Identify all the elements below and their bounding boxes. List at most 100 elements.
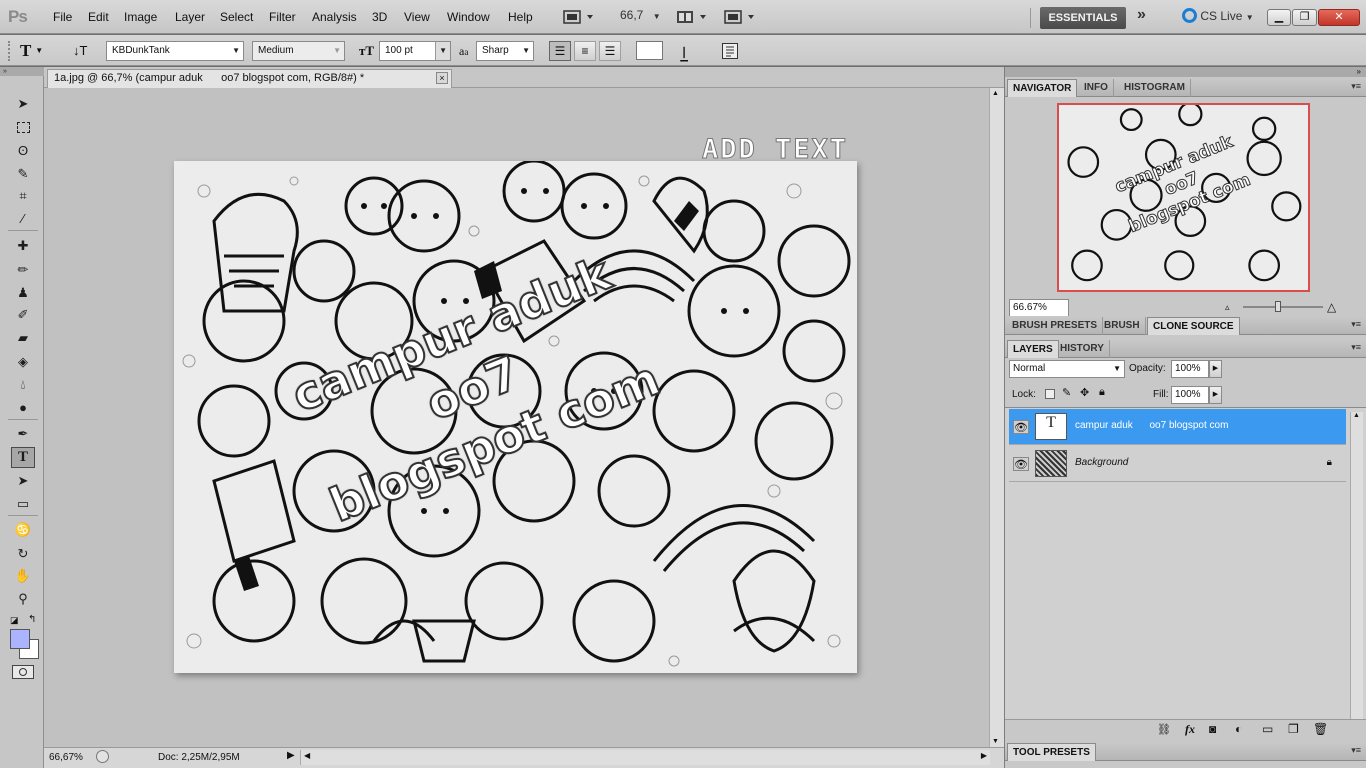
opacity-field[interactable]: 100%: [1171, 360, 1209, 378]
menu-help[interactable]: Help: [508, 10, 533, 24]
opacity-slider-button[interactable]: ▶: [1209, 360, 1222, 378]
workspace-essentials-button[interactable]: ESSENTIALS: [1040, 7, 1126, 29]
path-selection-tool[interactable]: ➤: [11, 470, 35, 491]
menu-filter[interactable]: Filter: [269, 10, 296, 24]
document-tab[interactable]: 1a.jpg @ 66,7% (campur aduk oo7 blogspot…: [47, 69, 452, 88]
panel-menu-icon[interactable]: ▾≡: [1351, 342, 1361, 353]
align-right-button[interactable]: ☰: [599, 41, 621, 61]
type-tool[interactable]: T: [11, 447, 35, 468]
tab-history[interactable]: HISTORY: [1055, 340, 1110, 358]
trash-icon[interactable]: 🗑︎: [1313, 722, 1328, 736]
blend-mode-dropdown[interactable]: Normal ▼: [1009, 360, 1125, 378]
horizontal-scrollbar[interactable]: ◀ ▶: [300, 750, 990, 765]
quick-selection-tool[interactable]: ✎: [11, 163, 35, 184]
restore-button[interactable]: ❐: [1292, 9, 1317, 26]
layer-row-background[interactable]: 👁︎ Background 🔒︎: [1009, 446, 1346, 482]
text-color-swatch[interactable]: [636, 41, 663, 60]
anti-alias-dropdown[interactable]: Sharp ▼: [476, 41, 534, 61]
layer-mask-icon[interactable]: ◙: [1209, 722, 1216, 736]
lock-transparent-pixels-button[interactable]: [1045, 389, 1055, 399]
menu-file[interactable]: File: [53, 10, 72, 24]
tab-tool-presets[interactable]: TOOL PRESETS: [1007, 743, 1096, 761]
status-info-button[interactable]: [96, 750, 109, 763]
character-panel-button[interactable]: [722, 43, 738, 59]
navigator-zoom-field[interactable]: 66.67%: [1009, 299, 1069, 317]
tab-histogram[interactable]: HISTOGRAM: [1119, 79, 1191, 97]
close-window-button[interactable]: ✕: [1318, 9, 1360, 26]
text-orientation-button[interactable]: ↓T: [73, 41, 87, 61]
move-tool[interactable]: ➤: [11, 93, 35, 114]
marquee-tool[interactable]: [11, 117, 35, 138]
arrange-documents-button[interactable]: [676, 8, 708, 26]
minimize-button[interactable]: ▁: [1267, 9, 1291, 26]
scroll-up-icon[interactable]: ▲: [992, 90, 999, 97]
align-center-button[interactable]: ≡: [574, 41, 596, 61]
status-zoom[interactable]: 66,67%: [49, 752, 83, 763]
navigator-zoom-slider[interactable]: [1243, 301, 1323, 312]
zoom-tool[interactable]: ⚲: [11, 588, 35, 609]
lock-all-button[interactable]: 🔒︎: [1099, 386, 1105, 399]
menu-select[interactable]: Select: [220, 10, 253, 24]
3d-rotate-tool[interactable]: ♋: [11, 519, 35, 540]
blur-tool[interactable]: 💧︎: [11, 374, 35, 395]
zoom-out-icon[interactable]: ▵: [1225, 302, 1230, 313]
healing-brush-tool[interactable]: ✚: [11, 235, 35, 256]
close-icon[interactable]: ×: [436, 72, 448, 84]
menu-edit[interactable]: Edit: [88, 10, 109, 24]
tool-preset-picker[interactable]: T ▼: [20, 41, 43, 61]
layer-style-icon[interactable]: fx: [1185, 722, 1195, 737]
fill-field[interactable]: 100%: [1171, 386, 1209, 404]
menu-window[interactable]: Window: [447, 10, 490, 24]
align-left-button[interactable]: ☰: [549, 41, 571, 61]
tab-layers[interactable]: LAYERS: [1007, 340, 1059, 358]
zoom-level-dropdown[interactable]: 66,7 ▼: [620, 8, 661, 26]
screen-mode-button[interactable]: [724, 8, 756, 26]
eye-icon[interactable]: 👁︎: [1013, 420, 1029, 434]
navigator-zoom-slider-thumb[interactable]: [1275, 301, 1281, 312]
font-size-dropdown[interactable]: 100 pt ▼: [379, 41, 451, 61]
scroll-left-icon[interactable]: ◀: [304, 751, 310, 760]
quick-mask-button[interactable]: [12, 665, 34, 679]
menu-image[interactable]: Image: [124, 10, 157, 24]
menu-layer[interactable]: Layer: [175, 10, 205, 24]
pen-tool[interactable]: ✒: [11, 423, 35, 444]
layers-scrollbar[interactable]: ▲: [1350, 412, 1363, 722]
font-style-dropdown[interactable]: Medium ▼: [252, 41, 345, 61]
launch-bridge-button[interactable]: [563, 8, 595, 26]
scroll-up-icon[interactable]: ▲: [1353, 412, 1360, 419]
tab-brush[interactable]: BRUSH: [1099, 317, 1146, 335]
tab-info[interactable]: INFO: [1079, 79, 1114, 97]
tab-brush-presets[interactable]: BRUSH PRESETS: [1007, 317, 1104, 335]
toolbox-collapse[interactable]: »: [0, 67, 44, 76]
tab-navigator[interactable]: NAVIGATOR: [1007, 79, 1078, 97]
menu-3d[interactable]: 3D: [372, 10, 387, 24]
warp-text-button[interactable]: ꞁ̲: [682, 41, 686, 61]
zoom-in-icon[interactable]: △: [1327, 300, 1336, 314]
panel-menu-icon[interactable]: ▾≡: [1351, 745, 1361, 756]
dodge-tool[interactable]: ●: [11, 397, 35, 418]
layer-name[interactable]: campur aduk oo7 blogspot com: [1075, 420, 1228, 431]
lasso-tool[interactable]: ʘ: [11, 140, 35, 161]
options-bar-grip[interactable]: [8, 41, 10, 61]
cs-live-button[interactable]: CS Live ▼: [1182, 8, 1254, 26]
history-brush-tool[interactable]: ✐: [11, 304, 35, 325]
eyedropper-tool[interactable]: ⁄: [11, 208, 35, 229]
workspace-more-button[interactable]: »: [1137, 6, 1146, 24]
canvas-area[interactable]: ADD TEXT campur aduk oo7 blogspot com: [44, 88, 989, 747]
eraser-tool[interactable]: ▰: [11, 327, 35, 348]
fill-slider-button[interactable]: ▶: [1209, 386, 1222, 404]
new-layer-icon[interactable]: ❐: [1288, 722, 1299, 736]
lock-position-button[interactable]: ✥: [1080, 386, 1089, 399]
clone-stamp-tool[interactable]: ♟: [11, 282, 35, 303]
status-menu-arrow-icon[interactable]: ▶: [287, 750, 295, 761]
hand-tool[interactable]: ✋: [11, 565, 35, 586]
scroll-right-icon[interactable]: ▶: [981, 751, 987, 760]
crop-tool[interactable]: ⌗: [11, 185, 35, 206]
adjustment-layer-icon[interactable]: ◐: [1235, 722, 1242, 736]
scroll-down-icon[interactable]: ▼: [992, 738, 999, 745]
layer-row-text[interactable]: 👁︎ T campur aduk oo7 blogspot com: [1009, 409, 1346, 445]
vertical-scrollbar[interactable]: ▲ ▼: [989, 88, 1004, 747]
swap-colors-button[interactable]: ↰: [28, 614, 36, 625]
menu-analysis[interactable]: Analysis: [312, 10, 357, 24]
lock-image-pixels-button[interactable]: ✎: [1062, 386, 1071, 399]
